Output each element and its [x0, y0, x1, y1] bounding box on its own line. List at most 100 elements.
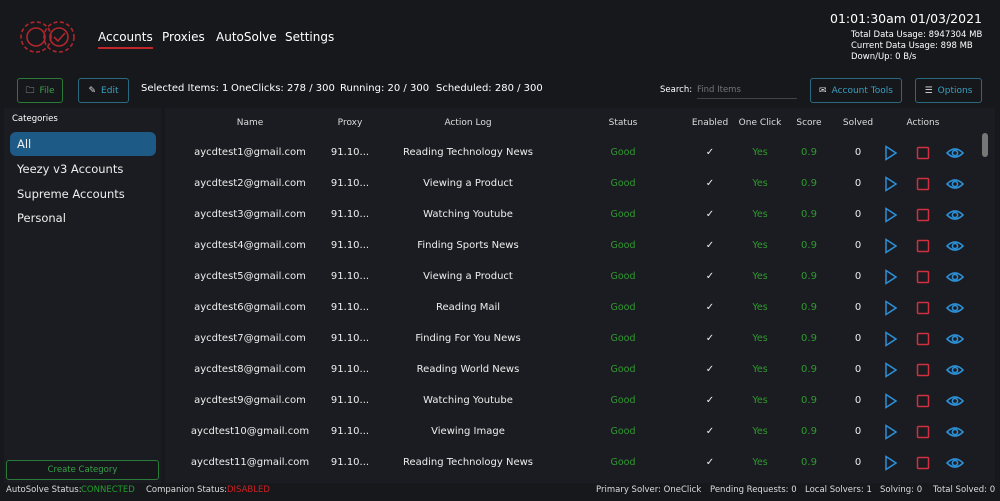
cell-enabled[interactable]: ✓ [706, 395, 714, 406]
header-name: Name [236, 118, 264, 128]
cell-action-log: Reading Mail [435, 302, 501, 313]
cell-one-click: Yes [752, 178, 768, 189]
eye-icon[interactable] [946, 177, 964, 191]
cell-score: 0.9 [801, 147, 817, 158]
play-icon[interactable] [884, 269, 898, 285]
total-data-usage: Total Data Usage: 8947304 MB [851, 30, 983, 40]
cell-proxy: 91.10... [330, 364, 370, 375]
current-data-usage: Current Data Usage: 898 MB [851, 41, 973, 51]
eye-icon[interactable] [946, 332, 964, 346]
stop-icon[interactable] [916, 456, 930, 470]
play-icon[interactable] [884, 176, 898, 192]
scrollbar[interactable] [982, 133, 988, 157]
eye-icon[interactable] [946, 208, 964, 222]
play-icon[interactable] [884, 145, 898, 161]
cell-enabled[interactable]: ✓ [706, 240, 714, 251]
stop-icon[interactable] [916, 270, 930, 284]
tab-proxies[interactable]: Proxies [162, 30, 205, 44]
stop-icon[interactable] [916, 394, 930, 408]
play-icon[interactable] [884, 424, 898, 440]
cell-enabled[interactable]: ✓ [706, 271, 714, 282]
cell-solved: 0 [854, 426, 862, 437]
cell-name: aycdtest3@gmail.com [194, 209, 306, 220]
tab-settings[interactable]: Settings [285, 30, 334, 44]
play-icon[interactable] [884, 455, 898, 471]
eye-icon[interactable] [946, 363, 964, 377]
selected-items: Selected Items: 1 [141, 83, 229, 94]
search-input[interactable] [697, 81, 797, 99]
cell-enabled[interactable]: ✓ [706, 364, 714, 375]
stop-icon[interactable] [916, 208, 930, 222]
account-tools-label: Account Tools [831, 85, 893, 96]
eye-icon[interactable] [946, 239, 964, 253]
table-row[interactable]: aycdtest3@gmail.com 91.10... Watching Yout… [165, 200, 975, 231]
category-supreme[interactable]: Supreme Accounts [10, 182, 156, 206]
eye-icon[interactable] [946, 425, 964, 439]
table-row[interactable]: aycdtest6@gmail.com 91.10... Reading Mail G… [165, 293, 975, 324]
tab-autosolve[interactable]: AutoSolve [216, 30, 277, 44]
cell-enabled[interactable]: ✓ [706, 209, 714, 220]
table-row[interactable]: aycdtest11@gmail.com 91.10... Reading Tech… [165, 448, 975, 479]
options-button[interactable]: ☰ Options [915, 78, 982, 103]
stop-icon[interactable] [916, 301, 930, 315]
cell-score: 0.9 [801, 240, 817, 251]
play-icon[interactable] [884, 362, 898, 378]
play-icon[interactable] [884, 331, 898, 347]
cell-enabled[interactable]: ✓ [706, 147, 714, 158]
table-row[interactable]: aycdtest1@gmail.com 91.10... Reading Techn… [165, 138, 975, 169]
stop-icon[interactable] [916, 332, 930, 346]
stop-icon[interactable] [916, 425, 930, 439]
play-icon[interactable] [884, 207, 898, 223]
play-icon[interactable] [884, 238, 898, 254]
header-action-log: Action Log [444, 118, 492, 128]
cell-enabled[interactable]: ✓ [706, 333, 714, 344]
play-icon[interactable] [884, 393, 898, 409]
eye-icon[interactable] [946, 394, 964, 408]
cell-name: aycdtest10@gmail.com [190, 426, 310, 437]
table-row[interactable]: aycdtest4@gmail.com 91.10... Finding Sport… [165, 231, 975, 262]
cell-enabled[interactable]: ✓ [706, 178, 714, 189]
tab-accounts[interactable]: Accounts [98, 30, 153, 49]
table-row[interactable]: aycdtest7@gmail.com 91.10... Finding For Y… [165, 324, 975, 355]
cell-solved: 0 [854, 395, 862, 406]
edit-button[interactable]: ✎ Edit [78, 78, 129, 103]
eye-icon[interactable] [946, 456, 964, 470]
category-yeezy[interactable]: Yeezy v3 Accounts [10, 157, 156, 181]
cell-proxy: 91.10... [330, 240, 370, 251]
cell-action-log: Finding Sports News [417, 240, 519, 251]
cell-status: Good [610, 271, 636, 282]
category-personal[interactable]: Personal [10, 206, 156, 230]
solving: Solving: 0 [880, 485, 923, 495]
play-icon[interactable] [884, 300, 898, 316]
cell-enabled[interactable]: ✓ [706, 426, 714, 437]
oneclicks-count: OneClicks: 278 / 300 [231, 83, 335, 94]
app-logo [16, 14, 80, 63]
cell-enabled[interactable]: ✓ [706, 457, 714, 468]
scheduled-count: Scheduled: 280 / 300 [436, 83, 543, 94]
create-category-button[interactable]: Create Category [6, 460, 159, 480]
account-tools-button[interactable]: ✉ Account Tools [810, 78, 902, 103]
category-all[interactable]: All [10, 132, 156, 156]
cell-enabled[interactable]: ✓ [706, 302, 714, 313]
table-row[interactable]: aycdtest10@gmail.com 91.10... Viewing Imag… [165, 417, 975, 448]
menu-icon: ☰ [924, 85, 933, 96]
stop-icon[interactable] [916, 239, 930, 253]
cell-action-log: Viewing a Product [423, 178, 513, 189]
table-row[interactable]: aycdtest8@gmail.com 91.10... Reading World… [165, 355, 975, 386]
table-row[interactable]: aycdtest5@gmail.com 91.10... Viewing a Pro… [165, 262, 975, 293]
table-row[interactable]: aycdtest9@gmail.com 91.10... Watching Yout… [165, 386, 975, 417]
stop-icon[interactable] [916, 177, 930, 191]
cell-proxy: 91.10... [330, 426, 370, 437]
eye-icon[interactable] [946, 270, 964, 284]
eye-icon[interactable] [946, 146, 964, 160]
header-proxy: Proxy [337, 118, 363, 128]
eye-icon[interactable] [946, 301, 964, 315]
stop-icon[interactable] [916, 363, 930, 377]
file-button[interactable]: 🗀 File [17, 78, 63, 103]
cell-action-log: Reading World News [416, 364, 520, 375]
table-row[interactable]: aycdtest2@gmail.com 91.10... Viewing a Pro… [165, 169, 975, 200]
cell-proxy: 91.10... [330, 457, 370, 468]
stop-icon[interactable] [916, 146, 930, 160]
cell-name: aycdtest1@gmail.com [194, 147, 306, 158]
cell-score: 0.9 [801, 426, 817, 437]
